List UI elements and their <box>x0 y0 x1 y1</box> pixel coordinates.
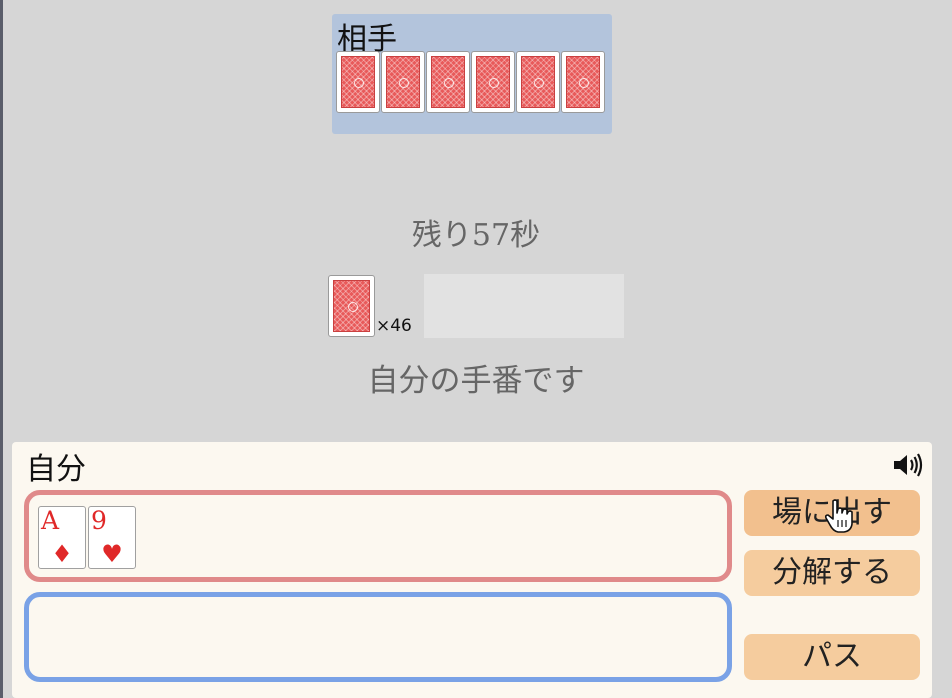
card-suit: ♥ <box>101 540 123 568</box>
pass-button[interactable]: パス <box>744 634 920 680</box>
card-rank: A <box>41 506 60 535</box>
hand-pointer-icon <box>824 499 853 533</box>
card-back <box>328 275 375 337</box>
opponent-card-back <box>381 51 425 113</box>
window-edge <box>0 0 3 698</box>
time-remaining: 残り57秒 <box>411 218 541 253</box>
player-panel: 自分 A ♦ 9 ♥ 場に出す 分解する パス <box>12 442 932 698</box>
play-field <box>424 274 624 338</box>
opponent-card-back <box>471 51 515 113</box>
deck-count: ×46 <box>376 316 412 336</box>
hand-card[interactable]: A ♦ <box>38 506 86 569</box>
selected-cards-area[interactable] <box>24 592 732 682</box>
hand-area[interactable]: A ♦ 9 ♥ <box>24 490 732 582</box>
opponent-card-back <box>426 51 470 113</box>
opponent-card-back <box>336 51 380 113</box>
player-label: 自分 <box>26 452 86 487</box>
opponent-panel: 相手 <box>332 14 612 134</box>
split-button[interactable]: 分解する <box>744 550 920 596</box>
deck-pile[interactable] <box>328 275 375 337</box>
hand-card[interactable]: 9 ♥ <box>88 506 136 569</box>
speaker-icon[interactable] <box>892 452 924 478</box>
opponent-card-back <box>516 51 560 113</box>
opponent-hand <box>336 51 605 113</box>
player-hand: A ♦ 9 ♥ <box>38 506 136 569</box>
card-rank: 9 <box>91 506 107 535</box>
turn-message: 自分の手番です <box>367 363 585 399</box>
card-suit: ♦ <box>51 540 73 568</box>
opponent-card-back <box>561 51 605 113</box>
